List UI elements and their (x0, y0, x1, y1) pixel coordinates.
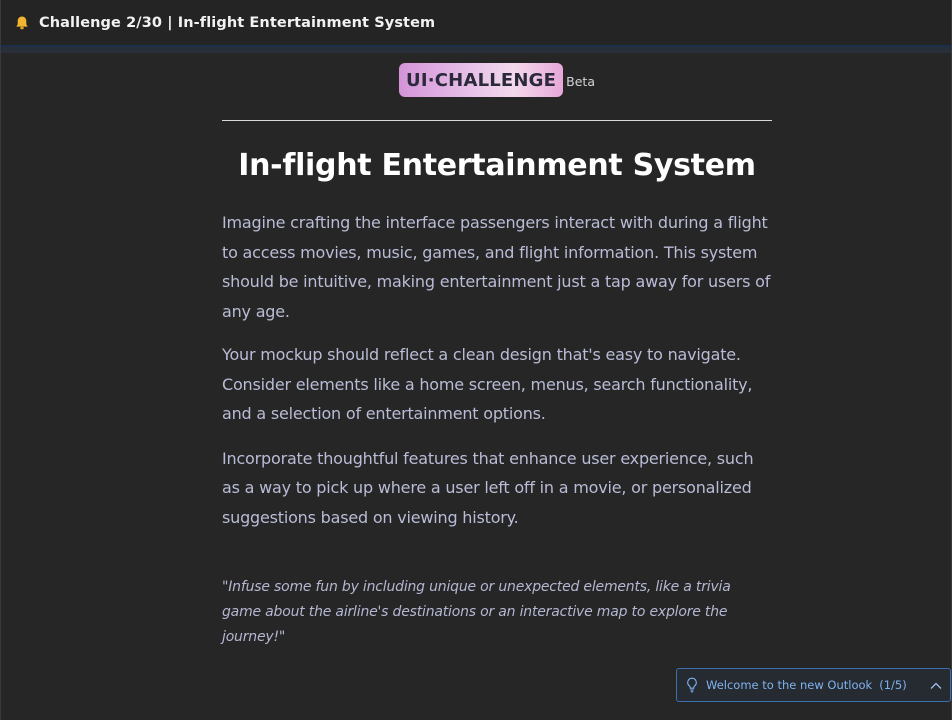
title-bar: Challenge 2/30 | In-flight Entertainment… (1, 0, 951, 47)
paragraph-intro: Imagine crafting the interface passenger… (222, 213, 771, 321)
logo[interactable]: UI·CHALLENGE Beta (222, 62, 772, 98)
paragraph-mockup: Your mockup should reflect a clean desig… (222, 345, 753, 423)
bell-icon (14, 15, 30, 31)
outlook-welcome-toast[interactable]: Welcome to the new Outlook (1/5) (676, 668, 951, 702)
paragraph-features: Incorporate thoughtful features that enh… (222, 448, 754, 527)
window-title: Challenge 2/30 | In-flight Entertainment… (39, 14, 436, 31)
toast-counter: (1/5) (879, 678, 907, 692)
beta-label: Beta (566, 73, 595, 89)
logo-text: UI·CHALLENGE (406, 69, 557, 91)
header-divider (222, 120, 772, 121)
lightbulb-icon (685, 677, 699, 693)
toast-message: Welcome to the new Outlook (706, 678, 873, 692)
bonus-quote: "Infuse some fun by including unique or … (222, 579, 731, 645)
chevron-up-icon[interactable] (929, 678, 943, 692)
page-title: In-flight Entertainment System (238, 148, 756, 183)
logo-badge: UI·CHALLENGE (399, 63, 564, 97)
app-window: Challenge 2/30 | In-flight Entertainment… (0, 0, 952, 720)
challenge-content: UI·CHALLENGE Beta In-flight Entertainmen… (222, 53, 772, 650)
